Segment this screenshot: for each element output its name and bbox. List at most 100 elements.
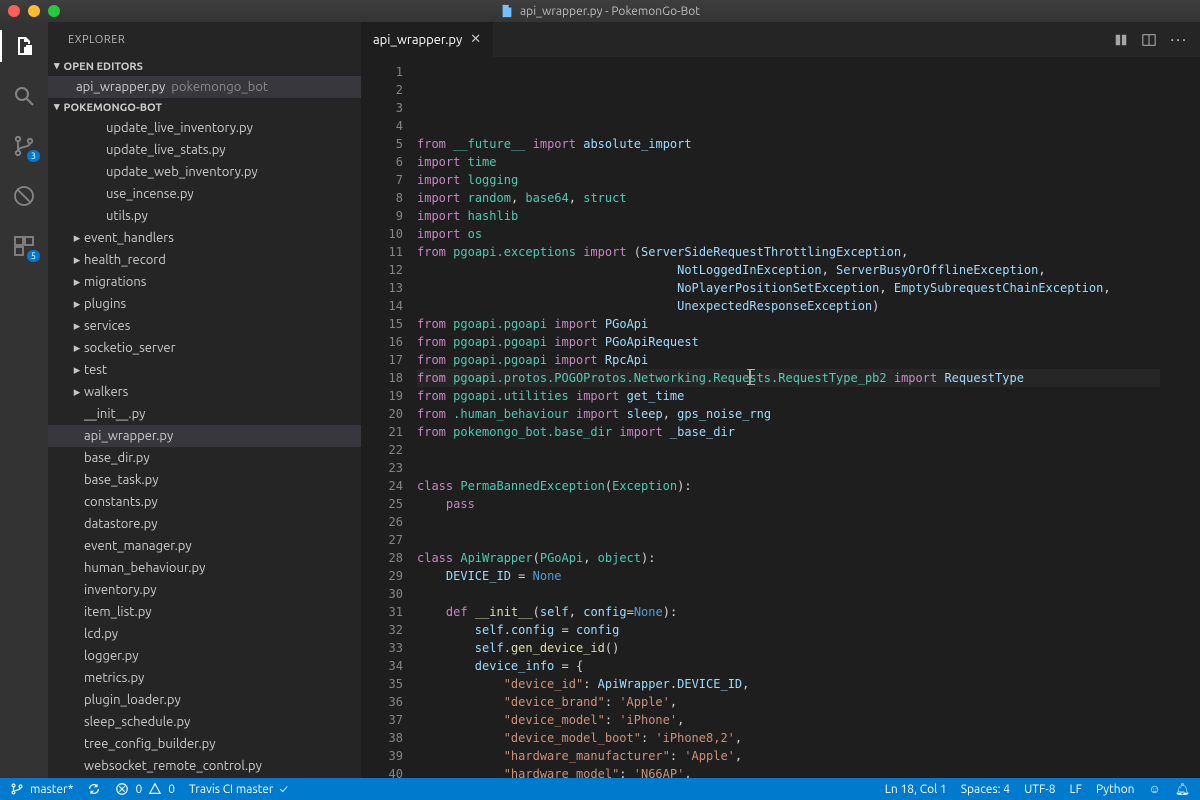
extensions-activity[interactable]: 5 [10,232,38,260]
file-row[interactable]: update_web_inventory.py [48,161,361,183]
code-line[interactable]: "device_model_boot": 'iPhone8,2', [417,729,1180,747]
explorer-sidebar: EXPLORER ▾ OPEN EDITORS api_wrapper.py p… [48,22,361,778]
file-row[interactable]: logger.py [48,645,361,667]
file-row[interactable]: inventory.py [48,579,361,601]
code-line[interactable]: pass [417,495,1180,513]
file-row[interactable]: plugin_loader.py [48,689,361,711]
code-line[interactable]: import random, base64, struct [417,189,1180,207]
bug-icon [12,184,36,208]
tree-item-label: api_wrapper.py [84,429,173,443]
status-feedback[interactable]: ☺ [1149,782,1161,796]
status-ln-col[interactable]: Ln 18, Col 1 [885,783,947,796]
code-line[interactable] [417,513,1180,531]
code-line[interactable]: class ApiWrapper(PGoApi, object): [417,549,1180,567]
file-row[interactable]: update_live_inventory.py [48,117,361,139]
tab-api-wrapper[interactable]: api_wrapper.py ✕ [361,22,494,57]
file-row[interactable]: datastore.py [48,513,361,535]
file-row[interactable]: event_manager.py [48,535,361,557]
folder-row[interactable]: ▸event_handlers [48,227,361,249]
code-content[interactable]: from __future__ import absolute_importim… [417,57,1180,778]
split-editor-icon[interactable] [1142,33,1156,47]
code-line[interactable]: UnexpectedResponseException) [417,297,1180,315]
code-line[interactable]: class PermaBannedException(Exception): [417,477,1180,495]
folder-row[interactable]: ▸walkers [48,381,361,403]
minimap[interactable] [1180,57,1200,778]
code-line[interactable]: self.gen_device_id() [417,639,1180,657]
folder-row[interactable]: ▸test [48,359,361,381]
status-branch[interactable]: master* [10,782,73,796]
code-line[interactable]: from pgoapi.utilities import get_time [417,387,1180,405]
file-row[interactable]: sleep_schedule.py [48,711,361,733]
code-line[interactable]: "device_model": 'iPhone', [417,711,1180,729]
folder-row[interactable]: ▸plugins [48,293,361,315]
code-line[interactable] [417,459,1180,477]
file-row[interactable]: lcd.py [48,623,361,645]
code-line[interactable]: import hashlib [417,207,1180,225]
code-line[interactable]: NoPlayerPositionSetException, EmptySubre… [417,279,1180,297]
code-line[interactable]: from pgoapi.exceptions import (ServerSid… [417,243,1180,261]
status-encoding[interactable]: UTF-8 [1024,783,1055,796]
file-row[interactable]: base_dir.py [48,447,361,469]
status-ci[interactable]: Travis CI master ✓ [189,783,288,796]
code-line[interactable]: NotLoggedInException, ServerBusyOrOfflin… [417,261,1180,279]
search-activity[interactable] [10,82,38,110]
file-row[interactable]: websocket_remote_control.py [48,755,361,777]
more-icon[interactable]: ··· [1170,31,1188,49]
chevron-right-icon: ▸ [70,363,84,378]
chevron-right-icon: ▸ [70,253,84,268]
folder-row[interactable]: ▸services [48,315,361,337]
status-language[interactable]: Python [1096,783,1135,796]
code-line[interactable]: "device_brand": 'Apple', [417,693,1180,711]
file-row[interactable]: use_incense.py [48,183,361,205]
code-line[interactable]: DEVICE_ID = None [417,567,1180,585]
file-row[interactable]: tree_config_builder.py [48,733,361,755]
folder-row[interactable]: ▸health_record [48,249,361,271]
code-line[interactable]: from pokemongo_bot.base_dir import _base… [417,423,1180,441]
code-line[interactable]: import logging [417,171,1180,189]
code-line[interactable]: from __future__ import absolute_import [417,135,1180,153]
code-line[interactable]: import os [417,225,1180,243]
status-notifications[interactable]: 🔔︎ [1175,782,1190,796]
folder-row[interactable]: ▸migrations [48,271,361,293]
code-line[interactable]: from .human_behaviour import sleep, gps_… [417,405,1180,423]
file-row[interactable]: human_behaviour.py [48,557,361,579]
status-sync[interactable] [87,782,101,796]
code-line[interactable]: import time [417,153,1180,171]
close-icon[interactable]: ✕ [470,32,481,47]
code-line[interactable]: "hardware_manufacturer": 'Apple', [417,747,1180,765]
file-row[interactable]: update_live_stats.py [48,139,361,161]
open-editor-dir: pokemongo_bot [171,80,268,94]
status-spaces[interactable]: Spaces: 4 [961,783,1010,796]
code-line[interactable] [417,585,1180,603]
code-line[interactable]: from pgoapi.protos.POGOProtos.Networking… [417,369,1180,387]
file-row[interactable]: item_list.py [48,601,361,623]
explorer-activity[interactable] [10,32,38,60]
code-line[interactable] [417,531,1180,549]
folder-row[interactable]: ▸socketio_server [48,337,361,359]
scm-activity[interactable]: 3 [10,132,38,160]
code-line[interactable]: self.config = config [417,621,1180,639]
code-line[interactable]: device_info = { [417,657,1180,675]
code-line[interactable]: "hardware_model": 'N66AP', [417,765,1180,778]
file-row[interactable]: utils.py [48,205,361,227]
code-line[interactable] [417,441,1180,459]
project-header[interactable]: ▾ POKEMONGO-BOT [48,98,361,117]
debug-activity[interactable] [10,182,38,210]
code-line[interactable]: from pgoapi.pgoapi import PGoApiRequest [417,333,1180,351]
code-line[interactable]: from pgoapi.pgoapi import PGoApi [417,315,1180,333]
status-eol[interactable]: LF [1070,783,1082,796]
code-line[interactable]: def __init__(self, config=None): [417,603,1180,621]
compare-icon[interactable] [1114,33,1128,47]
file-row[interactable]: metrics.py [48,667,361,689]
open-editor-item[interactable]: api_wrapper.py pokemongo_bot [48,76,361,98]
code-editor[interactable]: 1234567891011121314151617181920212223242… [361,57,1200,778]
code-line[interactable]: from pgoapi.pgoapi import RpcApi [417,351,1180,369]
tree-item-label: inventory.py [84,583,156,597]
file-row[interactable]: __init__.py [48,403,361,425]
open-editors-header[interactable]: ▾ OPEN EDITORS [48,57,361,76]
file-row[interactable]: api_wrapper.py [48,425,361,447]
code-line[interactable]: "device_id": ApiWrapper.DEVICE_ID, [417,675,1180,693]
file-row[interactable]: base_task.py [48,469,361,491]
file-row[interactable]: constants.py [48,491,361,513]
status-problems[interactable]: 0 0 [115,782,175,796]
